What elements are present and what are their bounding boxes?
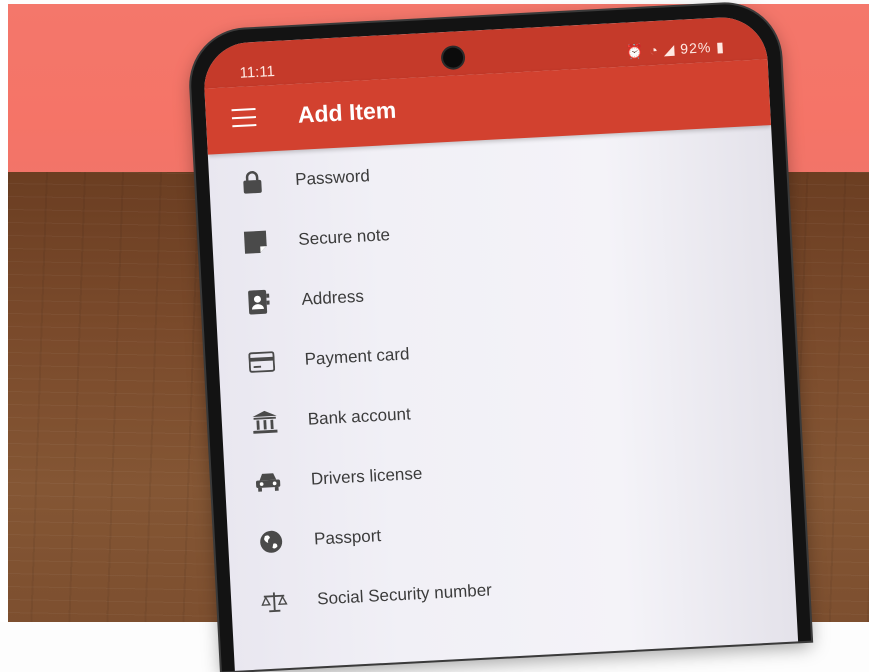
- phone-frame: 11:11 ⏰ ◔ ◢ 92% ▮ Add Item Password Secu…: [188, 1, 812, 672]
- note-icon: [242, 229, 269, 256]
- page-title: Add Item: [297, 96, 397, 128]
- globe-icon: [258, 528, 285, 555]
- contact-book-icon: [245, 288, 272, 315]
- credit-card-icon: [248, 348, 276, 375]
- list-item-label: Passport: [313, 526, 382, 549]
- lock-icon: [239, 169, 266, 196]
- car-icon: [254, 468, 281, 495]
- signal-icon: ◢: [663, 40, 676, 58]
- list-item-label: Drivers license: [310, 463, 423, 489]
- list-item-label: Social Security number: [316, 580, 493, 609]
- phone-screen: 11:11 ⏰ ◔ ◢ 92% ▮ Add Item Password Secu…: [202, 15, 799, 671]
- status-time: 11:11: [239, 62, 276, 82]
- scales-icon: [261, 588, 288, 615]
- alarm-icon: ⏰: [625, 42, 645, 60]
- front-camera: [442, 47, 464, 69]
- left-border: [0, 0, 8, 622]
- list-item-label: Bank account: [307, 404, 412, 429]
- bank-icon: [251, 408, 278, 435]
- list-item-label: Password: [294, 166, 371, 190]
- battery-percent: 92%: [679, 39, 712, 57]
- list-item-label: Secure note: [297, 225, 391, 249]
- status-icons: ⏰ ◔ ◢ 92% ▮: [626, 38, 726, 60]
- list-item-label: Address: [301, 286, 365, 309]
- wifi-icon: ◔: [648, 41, 660, 59]
- battery-icon: ▮: [715, 38, 726, 55]
- list-item-label: Payment card: [304, 344, 410, 369]
- hamburger-menu-icon[interactable]: [231, 108, 257, 128]
- item-type-list: Password Secure note Address Payment car…: [208, 125, 796, 634]
